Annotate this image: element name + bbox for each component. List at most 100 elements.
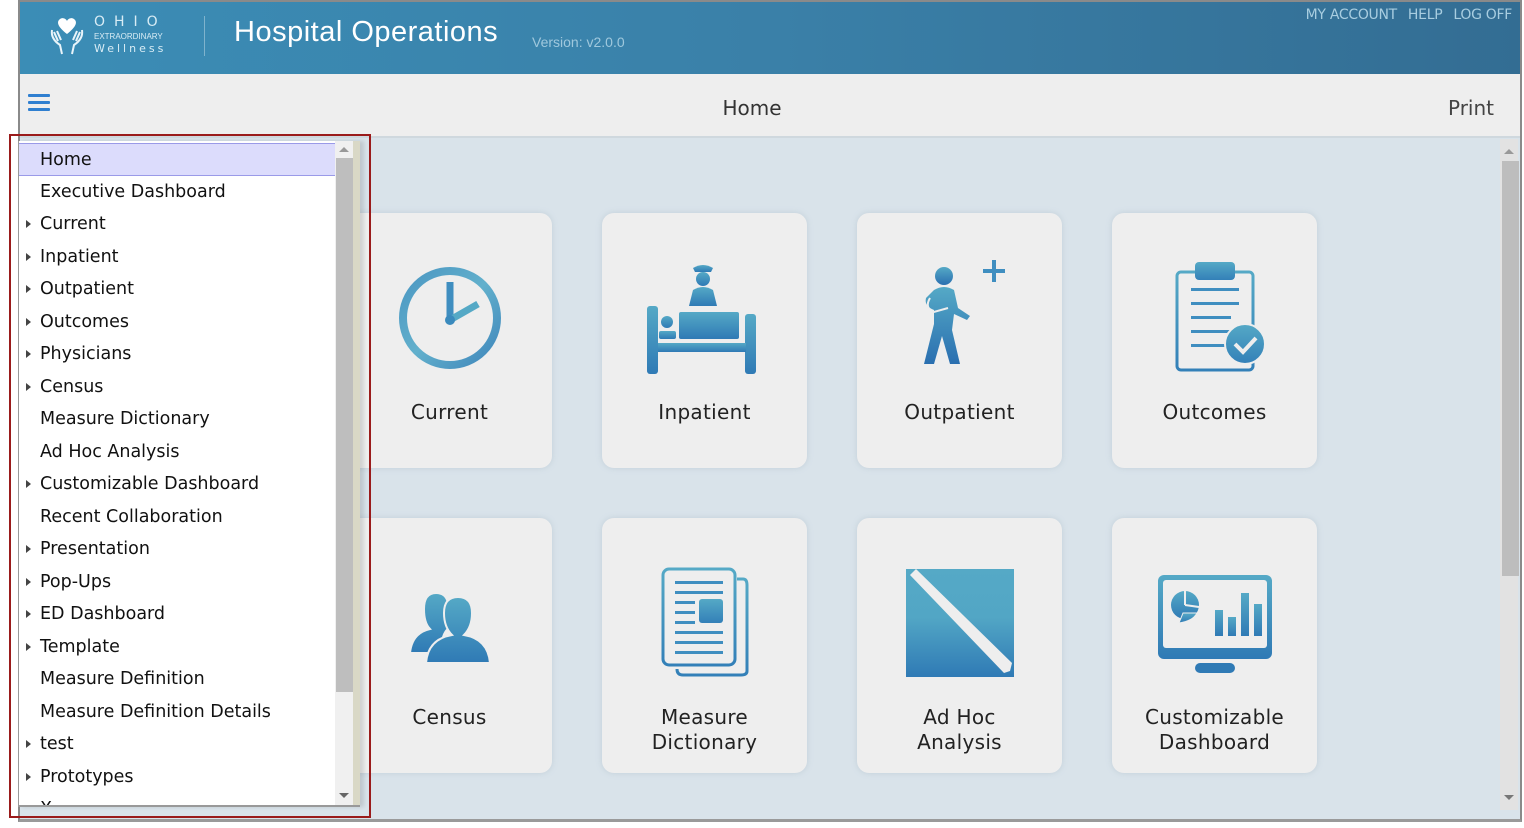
nav-item-physicians[interactable]: Physicians bbox=[19, 338, 335, 371]
app-title: Hospital Operations bbox=[234, 16, 499, 48]
tile-label: Outpatient bbox=[904, 400, 1015, 424]
scroll-down-arrow-icon[interactable] bbox=[1504, 795, 1514, 800]
tile-label: Current bbox=[410, 400, 489, 424]
nav-item-label: Current bbox=[40, 214, 106, 234]
main-scrollbar[interactable] bbox=[1500, 139, 1519, 810]
tile-label-line1: Customizable bbox=[1144, 705, 1285, 729]
nav-item-ed-dashboard[interactable]: ED Dashboard bbox=[19, 598, 335, 631]
nav-item-label: Customizable Dashboard bbox=[40, 474, 260, 494]
nav-item-inpatient[interactable]: Inpatient bbox=[19, 241, 335, 274]
tile-label-line2: Analysis bbox=[917, 730, 1002, 754]
nav-item-label: Measure Dictionary bbox=[40, 409, 210, 429]
nav-item-recent-collaboration[interactable]: Recent Collaboration bbox=[19, 501, 335, 534]
page-title: Home bbox=[722, 96, 782, 120]
nav-item-label: Prototypes bbox=[40, 766, 134, 787]
logo-divider bbox=[204, 16, 205, 56]
tile-current[interactable]: Current bbox=[347, 213, 552, 468]
help-link[interactable]: HELP bbox=[1408, 7, 1443, 23]
caret-right-icon[interactable] bbox=[26, 577, 31, 586]
nav-item-label: Pop-Ups bbox=[40, 571, 112, 592]
nav-item-template[interactable]: Template bbox=[19, 631, 335, 664]
nav-item-label: test bbox=[40, 734, 74, 754]
header-bar: OHIO EXTRAORDINARY Wellness Hospital Ope… bbox=[20, 2, 1520, 74]
tile-label-line2: Dashboard bbox=[1158, 730, 1271, 754]
tile-label-line2: Dictionary bbox=[651, 730, 758, 754]
nav-item-label: Census bbox=[40, 376, 104, 397]
nav-list: Home Executive Dashboard Current Inpatient O… bbox=[19, 143, 335, 805]
nav-item-home[interactable]: Home bbox=[19, 143, 335, 176]
tile-ad-hoc-analysis[interactable]: Ad Hoc Analysis bbox=[857, 518, 1062, 773]
caret-right-icon[interactable] bbox=[26, 772, 31, 781]
nav-item-pop-ups[interactable]: Pop-Ups bbox=[19, 566, 335, 599]
my-account-link[interactable]: MY ACCOUNT bbox=[1306, 7, 1398, 23]
caret-right-icon[interactable] bbox=[26, 285, 31, 293]
nav-item-label: Inpatient bbox=[40, 246, 119, 267]
nav-scrollbar[interactable] bbox=[335, 141, 353, 805]
account-links: MY ACCOUNT HELP LOG OFF bbox=[1306, 7, 1513, 23]
caret-right-icon[interactable] bbox=[26, 252, 31, 261]
caret-right-icon[interactable] bbox=[26, 220, 31, 228]
scroll-thumb[interactable] bbox=[1502, 161, 1519, 576]
caret-right-icon[interactable] bbox=[26, 642, 31, 651]
tile-customizable-dashboard[interactable]: Customizable Dashboard bbox=[1112, 518, 1317, 773]
nav-item-label: Outcomes bbox=[40, 311, 129, 332]
nav-item-outpatient[interactable]: Outpatient bbox=[19, 273, 335, 306]
nav-item-prototypes[interactable]: Prototypes bbox=[19, 761, 335, 794]
caret-right-icon[interactable] bbox=[26, 610, 31, 618]
scroll-down-arrow-icon[interactable] bbox=[339, 793, 349, 798]
nav-item-label: Measure Definition bbox=[40, 669, 205, 689]
caret-right-icon[interactable] bbox=[26, 382, 31, 391]
heart-hands-icon bbox=[50, 18, 84, 55]
nav-item-label: Presentation bbox=[40, 539, 150, 559]
tile-inpatient[interactable]: Inpatient bbox=[602, 213, 807, 468]
nav-item-label: Executive Dashboard bbox=[40, 181, 226, 202]
nav-item-label: Ad Hoc Analysis bbox=[40, 441, 180, 462]
print-button[interactable]: Print bbox=[1448, 96, 1494, 120]
log-off-link[interactable]: LOG OFF bbox=[1453, 7, 1512, 23]
users-icon bbox=[408, 591, 491, 664]
logo-extraordinary: EXTRAORDINARY bbox=[94, 32, 163, 41]
nav-item-label: X... bbox=[40, 799, 69, 805]
nav-item-label: Outpatient bbox=[40, 279, 135, 299]
scroll-up-arrow-icon[interactable] bbox=[1504, 149, 1514, 154]
nav-item-measure-definition-details[interactable]: Measure Definition Details bbox=[19, 696, 335, 729]
nav-item-census[interactable]: Census bbox=[19, 371, 335, 404]
tile-outpatient[interactable]: Outpatient bbox=[857, 213, 1062, 468]
caret-right-icon[interactable] bbox=[26, 545, 31, 553]
nav-item-x[interactable]: X... bbox=[19, 793, 335, 805]
tile-label-line1: Measure bbox=[660, 705, 749, 729]
nav-item-customizable-dashboard[interactable]: Customizable Dashboard bbox=[19, 468, 335, 501]
logo[interactable]: OHIO EXTRAORDINARY Wellness bbox=[48, 12, 178, 62]
nav-item-ad-hoc-analysis[interactable]: Ad Hoc Analysis bbox=[19, 436, 335, 469]
nav-item-outcomes[interactable]: Outcomes bbox=[19, 306, 335, 339]
nav-edge bbox=[353, 141, 360, 805]
nav-item-presentation[interactable]: Presentation bbox=[19, 533, 335, 566]
scroll-thumb[interactable] bbox=[336, 158, 353, 692]
tile-measure-dictionary[interactable]: Measure Dictionary bbox=[602, 518, 807, 773]
nav-item-test[interactable]: test bbox=[19, 728, 335, 761]
monitor-chart-icon bbox=[1157, 575, 1272, 673]
caret-right-icon[interactable] bbox=[26, 480, 31, 488]
version-label: Version: v2.0.0 bbox=[532, 34, 625, 50]
toolbar: Home Print bbox=[20, 74, 1520, 138]
nav-item-label: Measure Definition Details bbox=[40, 701, 271, 722]
tile-outcomes[interactable]: Outcomes bbox=[1112, 213, 1317, 468]
caret-right-icon[interactable] bbox=[26, 740, 31, 748]
nav-item-executive-dashboard[interactable]: Executive Dashboard bbox=[19, 176, 335, 209]
walking-patient-plus-icon bbox=[923, 260, 1005, 364]
clipboard-check-icon bbox=[1175, 262, 1266, 372]
hospital-bed-nurse-icon bbox=[646, 265, 756, 374]
nav-item-measure-dictionary[interactable]: Measure Dictionary bbox=[19, 403, 335, 436]
tile-census[interactable]: Census bbox=[347, 518, 552, 773]
caret-right-icon[interactable] bbox=[26, 350, 31, 358]
nav-item-current[interactable]: Current bbox=[19, 208, 335, 241]
scroll-up-arrow-icon[interactable] bbox=[339, 147, 349, 152]
tile-label-line1: Ad Hoc bbox=[923, 705, 996, 729]
nav-item-measure-definition[interactable]: Measure Definition bbox=[19, 663, 335, 696]
nav-item-label: ED Dashboard bbox=[40, 604, 166, 624]
caret-right-icon[interactable] bbox=[26, 317, 31, 326]
nav-item-label: Template bbox=[40, 636, 120, 657]
logo-ohio: OHIO bbox=[94, 14, 167, 30]
nav-menu: Home Executive Dashboard Current Inpatient O… bbox=[18, 141, 360, 807]
logo-wellness: Wellness bbox=[94, 42, 167, 55]
